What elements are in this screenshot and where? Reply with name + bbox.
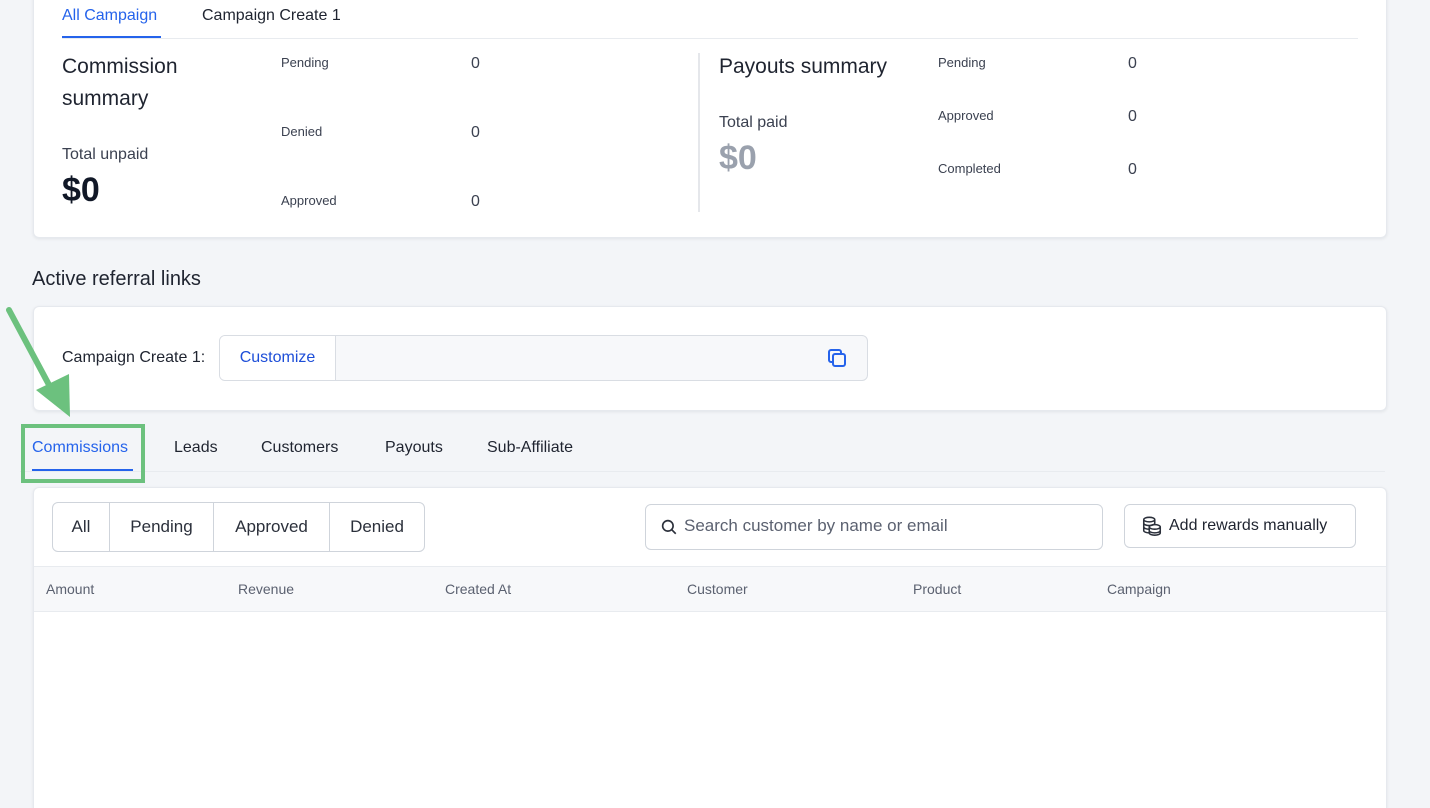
filter-all-button[interactable]: All: [53, 503, 110, 551]
annotation-arrow: [6, 307, 70, 417]
column-header-campaign[interactable]: Campaign: [1107, 581, 1171, 597]
column-header-amount[interactable]: Amount: [46, 581, 94, 597]
commission-approved-value: 0: [471, 193, 480, 210]
summary-divider: [698, 53, 700, 212]
commission-summary-title: Commission summary: [62, 55, 178, 110]
tab-sub-affiliate[interactable]: Sub-Affiliate: [487, 439, 573, 457]
referral-link-card: Campaign Create 1: Customize: [33, 306, 1387, 411]
search-icon: [661, 519, 677, 535]
campaign-tabs: All Campaign Campaign Create 1: [62, 0, 1358, 39]
search-box[interactable]: [645, 504, 1103, 550]
tab-payouts[interactable]: Payouts: [385, 439, 443, 457]
tab-leads[interactable]: Leads: [174, 439, 218, 457]
add-rewards-label: Add rewards manually: [1169, 517, 1328, 534]
coins-icon: [1142, 516, 1162, 536]
table-header-row: Amount Revenue Created At Customer Produ…: [34, 566, 1386, 612]
payout-approved-label: Approved: [938, 108, 994, 123]
section-title-referral-links: Active referral links: [32, 268, 201, 290]
active-tab-underline: [62, 36, 161, 38]
filter-approved-button[interactable]: Approved: [214, 503, 330, 551]
column-header-customer[interactable]: Customer: [687, 581, 748, 597]
customize-button[interactable]: Customize: [220, 336, 336, 380]
search-input[interactable]: [684, 505, 1084, 547]
referral-link-field[interactable]: Customize: [219, 335, 868, 381]
total-paid-label: Total paid: [719, 114, 788, 131]
column-header-revenue[interactable]: Revenue: [238, 581, 294, 597]
commission-pending-label: Pending: [281, 55, 329, 70]
payout-pending-value: 0: [1128, 55, 1137, 72]
commissions-table-card: All Pending Approved Denied Add rewards …: [33, 487, 1387, 808]
tab-campaign-create-1[interactable]: Campaign Create 1: [202, 7, 341, 25]
payout-approved-value: 0: [1128, 108, 1137, 125]
filter-pending-button[interactable]: Pending: [110, 503, 214, 551]
commission-approved-label: Approved: [281, 193, 337, 208]
copy-icon[interactable]: [825, 346, 849, 370]
commission-denied-value: 0: [471, 124, 480, 141]
commission-denied-label: Denied: [281, 124, 323, 139]
payout-completed-label: Completed: [938, 161, 1001, 176]
filter-denied-button[interactable]: Denied: [330, 503, 424, 551]
payout-completed-value: 0: [1128, 161, 1137, 178]
column-header-product[interactable]: Product: [913, 581, 961, 597]
commission-pending-value: 0: [471, 55, 480, 72]
column-header-created-at[interactable]: Created At: [445, 581, 511, 597]
payouts-summary-title: Payouts summary: [719, 55, 888, 78]
total-unpaid-value: $0: [62, 171, 100, 209]
total-unpaid-label: Total unpaid: [62, 146, 149, 163]
status-filter-group: All Pending Approved Denied: [52, 502, 425, 552]
tab-all-campaign[interactable]: All Campaign: [62, 7, 157, 25]
add-rewards-manually-button[interactable]: Add rewards manually: [1124, 504, 1356, 548]
payout-pending-label: Pending: [938, 55, 986, 70]
annotation-highlight-box: [21, 424, 145, 483]
total-paid-value: $0: [719, 139, 757, 177]
tabs-baseline: [20, 471, 1385, 472]
summary-card: All Campaign Campaign Create 1 Commissio…: [33, 0, 1387, 238]
tab-customers[interactable]: Customers: [261, 439, 338, 457]
